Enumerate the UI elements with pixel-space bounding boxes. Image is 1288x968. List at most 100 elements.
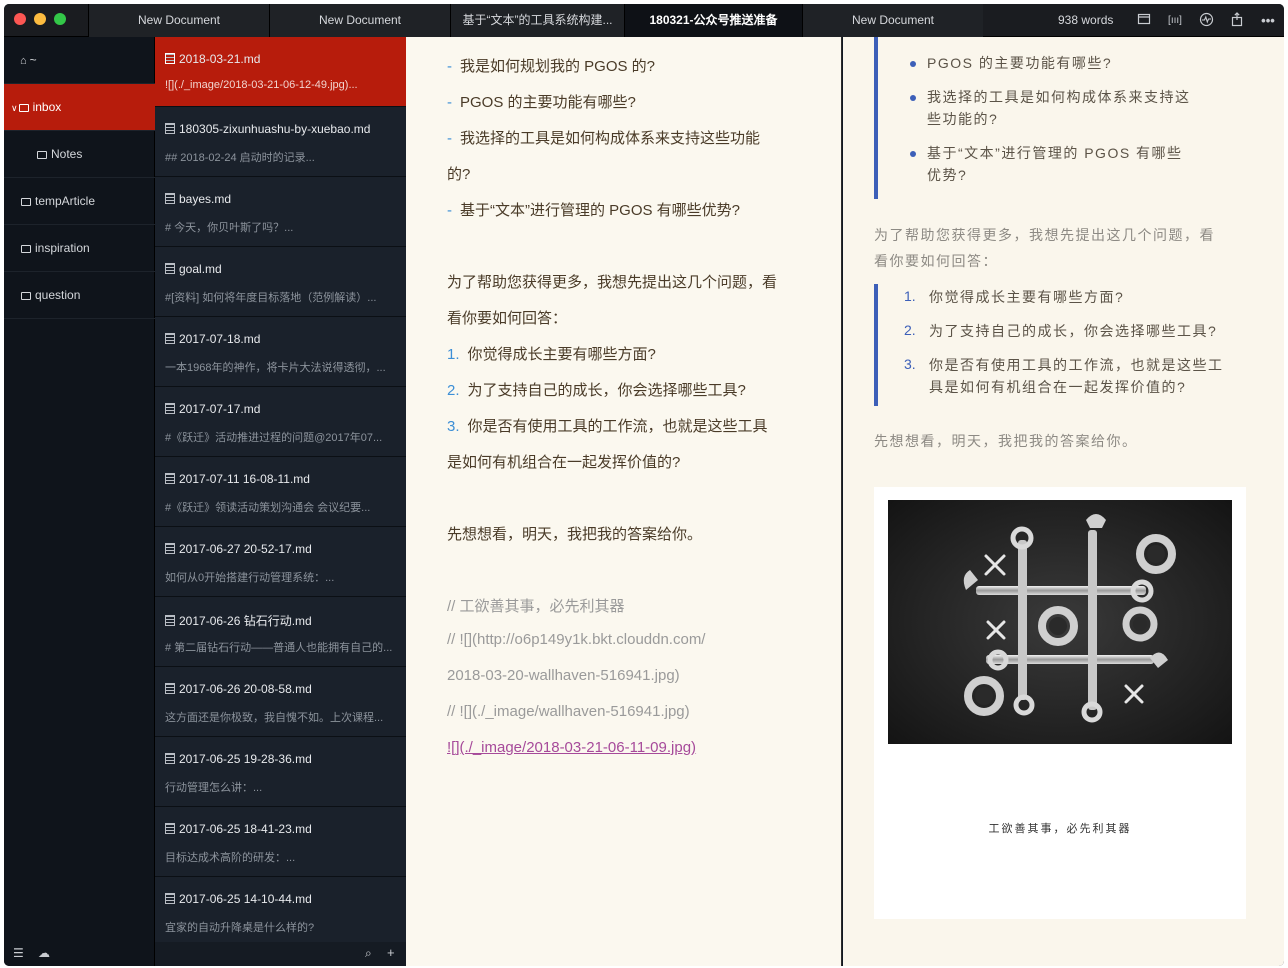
search-icon[interactable]: ⌕ — [365, 946, 372, 961]
sidebar-item-question[interactable]: question — [4, 272, 155, 319]
editor-line: - PGOS 的主要功能有哪些? — [447, 91, 636, 112]
list-marker: 1. — [447, 346, 460, 363]
file-snippet: #[资料] 如何将年度目标落地（范例解读）... — [165, 292, 377, 304]
list-item[interactable]: 2017-06-25 14-10-44.md 宜家的自动升降桌是什么样的? — [155, 877, 406, 947]
sidebar-item-inspiration[interactable]: inspiration — [4, 225, 155, 272]
preview-list-text: 具是如何有机组合在一起发挥价值的? — [929, 379, 1187, 395]
line-text: 我是如何规划我的 PGOS 的? — [460, 58, 656, 75]
preview-bullet-text: 优势? — [927, 167, 968, 183]
file-name: goal.md — [165, 262, 401, 276]
line-text: PGOS 的主要功能有哪些? — [460, 94, 636, 111]
file-name: 2017-06-25 19-28-36.md — [165, 752, 401, 766]
list-item[interactable]: 2017-06-25 18-41-23.md 目标达成术高阶的研发：... — [155, 807, 406, 877]
file-name: 2017-06-26 钻石行动.md — [165, 612, 401, 629]
editor-comment-line: // ![](./_image/wallhaven-516941.jpg) — [447, 703, 690, 720]
list-item[interactable]: 2017-06-26 20-08-58.md 这方面还是你极致，我自愧不如。上次… — [155, 667, 406, 737]
add-file-icon[interactable]: + — [387, 945, 395, 960]
file-snippet: # 今天，你贝叶斯了吗？... — [165, 222, 294, 234]
blockquote-bar — [874, 284, 878, 406]
line-text: 你是否有使用工具的工作流，也就是这些工具 — [467, 418, 768, 435]
sync-icon[interactable]: ☁ — [38, 946, 50, 960]
list-item[interactable]: 180305-zixunhuashu-by-xuebao.md ## 2018-… — [155, 107, 406, 177]
list-item[interactable]: 2017-06-26 钻石行动.md # 第二届钻石行动——普通人也能拥有自己的… — [155, 597, 406, 667]
file-list: 2018-03-21.md ![](./_image/2018-03-21-06… — [155, 37, 406, 966]
file-snippet: #《跃迁》领读活动策划沟通会 会议纪要... — [165, 502, 371, 514]
sidebar-item-notes[interactable]: Notes — [4, 131, 155, 178]
list-item[interactable]: 2017-07-11 16-08-11.md #《跃迁》领读活动策划沟通会 会议… — [155, 457, 406, 527]
image-link-line[interactable]: ![](./_image/2018-03-21-06-11-09.jpg) — [447, 739, 696, 756]
preview-paragraph: 为了帮助您获得更多，我想先提出这几个问题，看 — [874, 227, 1215, 243]
line-text: 我选择的工具是如何构成体系来支持这些功能 — [460, 130, 761, 147]
markdown-editor[interactable]: - 我是如何规划我的 PGOS 的? - PGOS 的主要功能有哪些? - 我选择的工… — [406, 37, 842, 966]
editor-line: - 我是如何规划我的 PGOS 的? — [447, 55, 655, 76]
file-name: 2017-06-26 20-08-58.md — [165, 682, 401, 696]
window-icon[interactable] — [1135, 12, 1153, 30]
sidebar-item-label: Notes — [51, 147, 83, 161]
more-icon[interactable]: ••• — [1259, 12, 1277, 30]
editor-line: 3. 你是否有使用工具的工作流，也就是这些工具 — [447, 415, 768, 436]
close-window-button[interactable] — [14, 13, 26, 25]
editor-comment-line: // 工欲善其事，必先利其器 — [447, 595, 625, 616]
tab-active-document[interactable]: 180321-公众号推送准备 — [624, 4, 802, 37]
list-item[interactable]: 2018-03-21.md ![](./_image/2018-03-21-06… — [155, 37, 406, 107]
wrench-tic-tac-toe-image — [888, 500, 1232, 744]
preview-bullet-text: 基于“文本”进行管理的 PGOS 有哪些 — [927, 145, 1183, 161]
tab-new-document-3[interactable]: New Document — [802, 4, 983, 37]
sidebar-item-home[interactable]: ⌂ ~ — [4, 37, 155, 84]
list-marker: 3. — [447, 418, 460, 435]
list-item[interactable]: 2017-06-25 19-28-36.md 行动管理怎么讲：... — [155, 737, 406, 807]
preview-bullet-text: 我选择的工具是如何构成体系来支持这 — [927, 89, 1191, 105]
line-text: // 工欲善其事，必先利其器 — [447, 598, 625, 615]
editor-line: 的? — [447, 163, 470, 184]
list-item[interactable]: goal.md #[资料] 如何将年度目标落地（范例解读）... — [155, 247, 406, 317]
sidebar-item-label: question — [35, 288, 81, 302]
app-window: New Document New Document 基于“文本”的工具系统构建.… — [4, 4, 1284, 966]
list-number: 2. — [904, 322, 916, 338]
preview-list-text: 你是否有使用工具的工作流，也就是这些工 — [929, 357, 1224, 373]
preview-list-text: 为了支持自己的成长，你会选择哪些工具? — [929, 323, 1218, 339]
folder-icon — [21, 292, 31, 300]
home-icon: ⌂ — [20, 55, 27, 67]
sidebar-item-label: tempArticle — [35, 194, 96, 208]
file-snippet: # 第二届钻石行动——普通人也能拥有自己的... — [165, 642, 393, 654]
file-snippet: 宜家的自动升降桌是什么样的? — [165, 922, 315, 934]
word-count: 938 words — [1058, 13, 1114, 27]
editor-line: - 我选择的工具是如何构成体系来支持这些功能 — [447, 127, 760, 148]
file-name: 2017-06-25 14-10-44.md — [165, 892, 401, 906]
line-text: // ![](./_image/wallhaven-516941.jpg) — [447, 703, 690, 720]
brackets-icon[interactable]: [ııı] — [1166, 12, 1184, 30]
preview-bullet-text: 些功能的? — [927, 111, 999, 127]
file-snippet: 一本1968年的神作，将卡片大法说得透彻，... — [165, 362, 386, 374]
zoom-window-button[interactable] — [54, 13, 66, 25]
file-snippet: 这方面还是你极致，我自愧不如。上次课程... — [165, 712, 384, 724]
list-item[interactable]: bayes.md # 今天，你贝叶斯了吗？... — [155, 177, 406, 247]
editor-comment-line: // ![](http://o6p149y1k.bkt.clouddn.com/ — [447, 631, 705, 648]
menu-icon[interactable]: ☰ — [13, 946, 24, 960]
list-marker: - — [447, 130, 452, 147]
folder-icon — [21, 245, 31, 253]
sidebar-item-temparticle[interactable]: tempArticle — [4, 178, 155, 225]
list-item[interactable]: 2017-06-27 20-52-17.md 如何从0开始搭建行动管理系统：..… — [155, 527, 406, 597]
share-icon[interactable] — [1228, 12, 1246, 30]
sidebar-item-inbox[interactable]: ∨ inbox — [4, 84, 155, 131]
list-marker: 2. — [447, 382, 460, 399]
file-name: 2017-07-17.md — [165, 402, 401, 416]
list-item[interactable]: 2017-07-18.md 一本1968年的神作，将卡片大法说得透彻，... — [155, 317, 406, 387]
tab-text-tool-system[interactable]: 基于“文本”的工具系统构建... — [450, 4, 624, 37]
sidebar-footer: ☰ ☁ — [4, 942, 155, 966]
list-number: 1. — [904, 288, 916, 304]
tab-new-document-1[interactable]: New Document — [88, 4, 269, 37]
preview-bullet-text: PGOS 的主要功能有哪些? — [927, 55, 1113, 71]
line-text: 为了帮助您获得更多，我想先提出这几个问题，看 — [447, 274, 778, 291]
sidebar-item-label: inbox — [32, 100, 62, 114]
tab-new-document-2[interactable]: New Document — [269, 4, 450, 37]
list-item[interactable]: 2017-07-17.md #《跃迁》活动推进过程的问题@2017年07... — [155, 387, 406, 457]
folder-icon — [21, 198, 31, 206]
minimize-window-button[interactable] — [34, 13, 46, 25]
file-name: 2018-03-21.md — [165, 52, 401, 66]
activity-icon[interactable] — [1197, 12, 1215, 30]
bullet-marker — [910, 151, 916, 157]
image-caption: 工欲善其事，必先利其器 — [988, 822, 1132, 835]
preview-paragraph: 先想想看，明天，我把我的答案给你。 — [874, 433, 1138, 449]
line-text: 看你要如何回答： — [447, 310, 568, 327]
